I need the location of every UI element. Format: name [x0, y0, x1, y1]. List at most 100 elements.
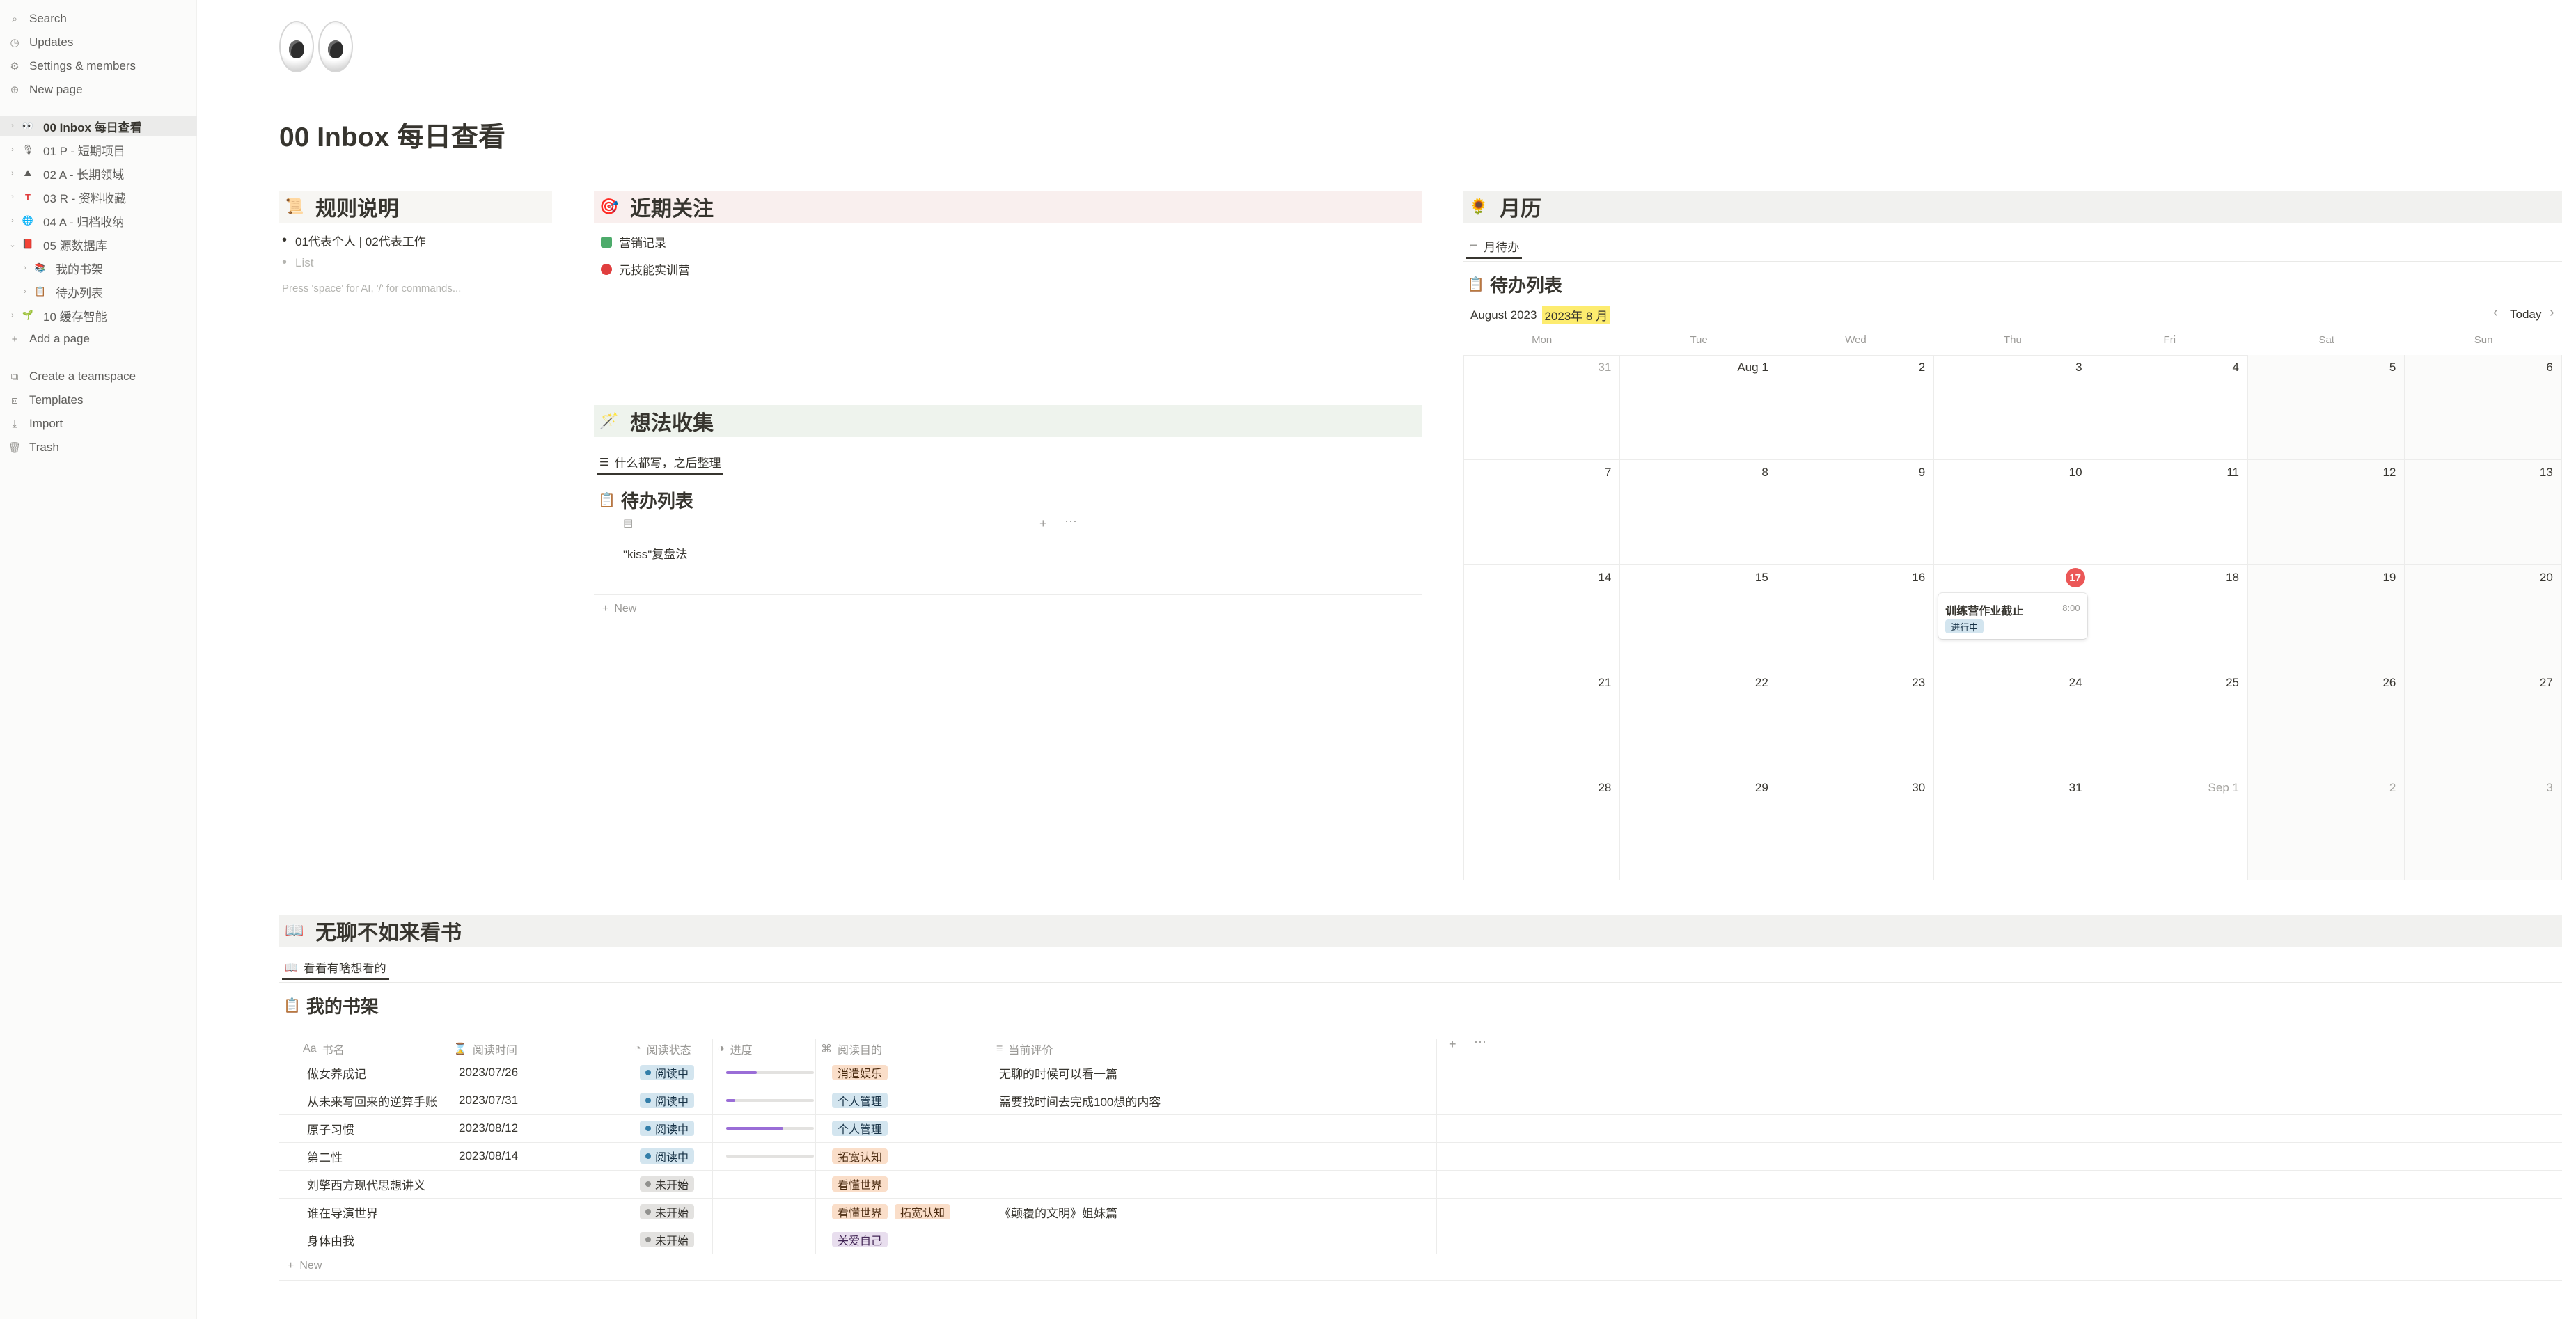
calendar-day-cell[interactable]: 27	[2405, 670, 2562, 775]
chevron-right-icon[interactable]: ›	[8, 216, 17, 225]
ideas-db-title[interactable]: 📋 待办列表	[598, 487, 693, 513]
sidebar-item-archive[interactable]: › 🌐 04 A - 归档收纳	[0, 210, 197, 231]
column-header-date[interactable]: ⌛ 阅读时间	[453, 1039, 517, 1059]
book-review-cell[interactable]: 需要找时间去完成100想的内容	[999, 1087, 1161, 1114]
book-review-cell[interactable]: 《颠覆的文明》姐妹篇	[999, 1198, 1117, 1226]
chevron-right-icon[interactable]: ›	[8, 311, 17, 319]
sidebar-settings[interactable]: ⚙ Settings & members	[0, 56, 197, 77]
more-options-icon[interactable]: ···	[1065, 514, 1077, 528]
calendar-day-cell[interactable]: 22	[1620, 670, 1777, 775]
rules-heading[interactable]: 📜 规则说明	[279, 191, 552, 223]
calendar-day-cell[interactable]: 21	[1463, 670, 1621, 775]
sidebar-item-areas[interactable]: › ⛰ 02 A - 长期领域	[0, 163, 197, 184]
book-purpose-cell[interactable]: 拓宽认知	[832, 1142, 895, 1170]
book-progress-cell[interactable]	[726, 1142, 814, 1170]
tab-ideas[interactable]: ☰ 什么都写，之后整理	[597, 451, 724, 475]
book-name-cell[interactable]: 从未来写回来的逆算手账	[307, 1087, 437, 1114]
sidebar-item-inbox[interactable]: › 👀 00 Inbox 每日查看	[0, 116, 197, 136]
calendar-db-title[interactable]: 📋 待办列表	[1467, 271, 1562, 297]
books-db-title[interactable]: 📋 我的书架	[283, 993, 379, 1018]
calendar-event-card[interactable]: 训练营作业截止 8:00 进行中	[1938, 593, 2087, 639]
book-date-cell[interactable]: 2023/07/31	[459, 1087, 518, 1114]
book-status-cell[interactable]: 阅读中	[640, 1114, 695, 1142]
books-new-button[interactable]: + New	[288, 1260, 322, 1272]
calendar-day-cell[interactable]: 16	[1777, 565, 1935, 670]
rules-bullet[interactable]: 01代表个人 | 02代表工作	[282, 232, 426, 249]
book-purpose-cell[interactable]: 个人管理	[832, 1114, 895, 1142]
rules-bullet-placeholder[interactable]: List	[282, 255, 313, 271]
column-header-review[interactable]: ≡ 当前评价	[996, 1039, 1053, 1059]
calendar-day-cell[interactable]: 3	[2405, 775, 2562, 880]
book-progress-cell[interactable]	[726, 1059, 814, 1087]
ideas-new-button[interactable]: + New	[602, 603, 636, 615]
calendar-day-cell[interactable]: 6	[2405, 355, 2562, 460]
calendar-day-cell[interactable]: 25	[2091, 670, 2248, 775]
book-purpose-cell[interactable]: 关爱自己	[832, 1226, 895, 1254]
column-header-purpose[interactable]: ⌘ 阅读目的	[821, 1039, 882, 1059]
page-icon-eyes[interactable]	[279, 21, 356, 77]
calendar-day-cell[interactable]: Sep 1	[2091, 775, 2248, 880]
book-date-cell[interactable]: 2023/07/26	[459, 1059, 518, 1087]
sidebar-new-page[interactable]: ⊕ New page	[0, 79, 197, 100]
book-purpose-cell[interactable]: 消遣娱乐	[832, 1059, 895, 1087]
chevron-down-icon[interactable]: ⌄	[8, 240, 17, 249]
book-date-cell[interactable]: 2023/08/12	[459, 1114, 518, 1142]
book-name-cell[interactable]: 第二性	[307, 1142, 343, 1170]
book-purpose-cell[interactable]: 看懂世界	[832, 1170, 895, 1198]
sidebar-updates[interactable]: ◷ Updates	[0, 32, 197, 53]
book-purpose-cell[interactable]: 个人管理	[832, 1087, 895, 1114]
today-button[interactable]: Today	[2510, 308, 2541, 322]
calendar-day-cell[interactable]: 3	[1934, 355, 2091, 460]
calendar-day-cell[interactable]: 15	[1620, 565, 1777, 670]
add-property-icon[interactable]: +	[1449, 1037, 1456, 1052]
sidebar-item-todo[interactable]: › 📋 待办列表	[0, 281, 197, 302]
calendar-day-cell[interactable]: 5	[2248, 355, 2405, 460]
sidebar-item-database[interactable]: ⌄ 📕 05 源数据库	[0, 234, 197, 255]
calendar-day-cell[interactable]: 9	[1777, 460, 1935, 565]
calendar-day-cell[interactable]: Aug 1	[1620, 355, 1777, 460]
calendar-day-cell[interactable]: 2	[2248, 775, 2405, 880]
calendar-day-cell[interactable]: 12	[2248, 460, 2405, 565]
sidebar-search[interactable]: ⌕ Search	[0, 8, 197, 29]
calendar-day-cell[interactable]: 10	[1934, 460, 2091, 565]
table-row[interactable]: "kiss"复盘法	[623, 539, 687, 567]
chevron-right-icon[interactable]: ›	[8, 145, 17, 154]
chevron-right-icon[interactable]: ›	[8, 122, 17, 130]
book-progress-cell[interactable]	[726, 1087, 814, 1114]
book-name-cell[interactable]: 刘擎西方现代思想讲义	[307, 1170, 425, 1198]
sidebar-trash[interactable]: 🗑 Trash	[0, 437, 197, 458]
sidebar-item-resources[interactable]: › T 03 R - 资料收藏	[0, 187, 197, 207]
calendar-day-cell[interactable]: 13	[2405, 460, 2562, 565]
calendar-day-cell[interactable]: 19	[2248, 565, 2405, 670]
sidebar-item-cache[interactable]: › 🌱 10 缓存智能	[0, 305, 197, 326]
calendar-day-cell[interactable]: 17 训练营作业截止 8:00 进行中	[1934, 565, 2091, 670]
chevron-right-icon[interactable]: ›	[21, 287, 29, 296]
book-status-cell[interactable]: 未开始	[640, 1198, 695, 1226]
sidebar-templates[interactable]: ⧈ Templates	[0, 390, 197, 411]
column-header-name[interactable]: Aa 书名	[303, 1039, 345, 1059]
page-title[interactable]: 00 Inbox 每日查看	[279, 116, 505, 155]
calendar-day-cell[interactable]: 11	[2091, 460, 2248, 565]
sidebar-import[interactable]: ⤓ Import	[0, 413, 197, 434]
calendar-day-cell[interactable]: 24	[1934, 670, 2091, 775]
sidebar-item-projects[interactable]: › 🎙 01 P - 短期项目	[0, 139, 197, 160]
focus-link-marketing[interactable]: 营销记录	[601, 233, 666, 251]
book-name-cell[interactable]: 做女养成记	[307, 1059, 366, 1087]
next-month-icon[interactable]: ›	[2550, 305, 2554, 321]
calendar-day-cell[interactable]: 23	[1777, 670, 1935, 775]
book-status-cell[interactable]: 未开始	[640, 1226, 695, 1254]
chevron-right-icon[interactable]: ›	[8, 193, 17, 201]
calendar-day-cell[interactable]: 26	[2248, 670, 2405, 775]
more-options-icon[interactable]: ···	[1474, 1034, 1486, 1049]
book-name-cell[interactable]: 谁在导演世界	[307, 1198, 378, 1226]
calendar-day-cell[interactable]: 20	[2405, 565, 2562, 670]
column-header-status[interactable]: ◔ 阅读状态	[634, 1039, 691, 1059]
calendar-day-cell[interactable]: 2	[1777, 355, 1935, 460]
focus-heading[interactable]: 🎯 近期关注	[594, 191, 1422, 223]
focus-link-training[interactable]: 元技能实训营	[601, 260, 690, 278]
prev-month-icon[interactable]: ‹	[2493, 305, 2498, 321]
calendar-day-cell[interactable]: 28	[1463, 775, 1621, 880]
book-date-cell[interactable]: 2023/08/14	[459, 1142, 518, 1170]
column-header-progress[interactable]: ◑ 进度	[718, 1039, 753, 1059]
calendar-day-cell[interactable]: 14	[1463, 565, 1621, 670]
